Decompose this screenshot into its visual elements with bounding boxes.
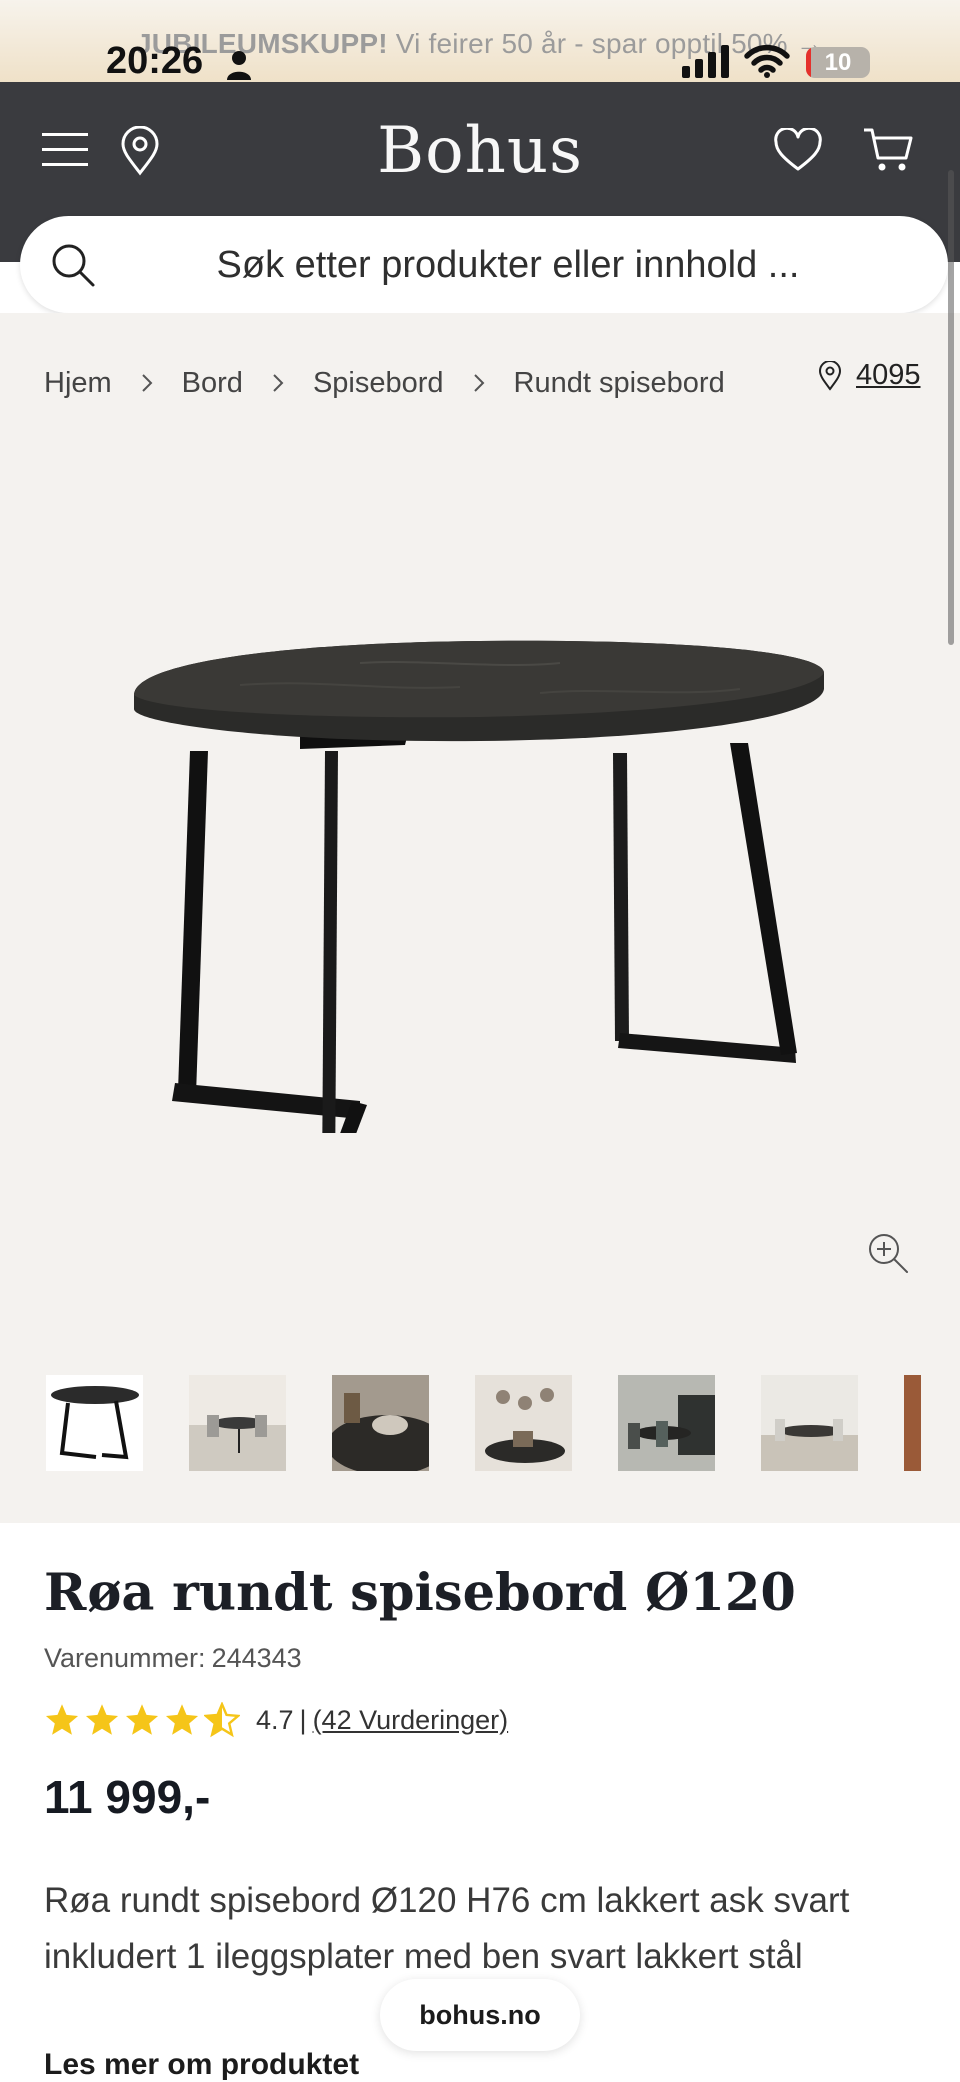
- wifi-icon: [744, 44, 790, 78]
- store-label[interactable]: 4095: [856, 359, 921, 392]
- cart-icon[interactable]: [862, 126, 914, 174]
- thumbnail-6[interactable]: [761, 1375, 858, 1471]
- breadcrumb: Hjem Bord Spisebord Rundt spisebord: [44, 363, 725, 403]
- thumbnail-livingroom-image: [761, 1375, 858, 1471]
- thumbnail-dining-image: [618, 1375, 715, 1471]
- reviews-link[interactable]: (42 Vurderinger): [313, 1705, 509, 1736]
- star-icon: [125, 1704, 159, 1735]
- rating-separator: |: [299, 1704, 307, 1735]
- chevron-right-icon: [141, 374, 153, 392]
- sku-value: 244343: [211, 1643, 302, 1673]
- thumbnail-closeup-image: [332, 1375, 429, 1471]
- star-icon: [85, 1704, 119, 1735]
- read-more-link[interactable]: Les mer om produktet: [44, 2048, 359, 2082]
- product-gallery: Hjem Bord Spisebord Rundt spisebord 4095: [0, 313, 960, 1523]
- chevron-right-icon: [273, 374, 284, 392]
- breadcrumb-item-hjem[interactable]: Hjem: [44, 367, 112, 400]
- product-description: Røa rundt spisebord Ø120 H76 cm lakkert …: [44, 1881, 850, 1976]
- chevron-right-icon: [473, 374, 484, 392]
- rating-value: 4.7: [256, 1704, 294, 1735]
- thumbnail-lamp-image: [475, 1375, 572, 1471]
- breadcrumb-item-bord[interactable]: Bord: [182, 367, 243, 400]
- star-icon: [165, 1704, 199, 1735]
- thumbnail-room-image: [189, 1375, 286, 1471]
- search-bar: [20, 216, 948, 315]
- breadcrumb-item-spisebord[interactable]: Spisebord: [313, 367, 444, 400]
- heart-icon[interactable]: [774, 128, 822, 172]
- thumbnail-4[interactable]: [475, 1375, 572, 1471]
- search-icon[interactable]: [46, 238, 100, 292]
- battery-label: 10: [824, 49, 852, 76]
- location-pin-icon: [818, 360, 842, 391]
- scrollbar[interactable]: [948, 170, 954, 645]
- product-image[interactable]: [120, 633, 840, 1133]
- cellular-signal-icon: [682, 45, 729, 78]
- star-icon: [45, 1704, 79, 1735]
- zoom-in-icon[interactable]: [866, 1231, 910, 1275]
- search-input[interactable]: [116, 216, 900, 315]
- sku: Varenummer: 244343: [44, 1643, 302, 1674]
- thumbnail-2[interactable]: [189, 1375, 286, 1471]
- thumbnail-table-image: [51, 1386, 139, 1460]
- thumbnail-7[interactable]: [904, 1375, 921, 1471]
- star-half-icon: [204, 1702, 240, 1738]
- sku-label: Varenummer:: [44, 1643, 206, 1673]
- status-time: 20:26: [106, 40, 204, 82]
- person-icon: [227, 51, 251, 80]
- thumbnail-3[interactable]: [332, 1375, 429, 1471]
- product-title: Røa rundt spisebord Ø120: [44, 1563, 796, 1623]
- rating: 4.7 | (42 Vurderinger): [44, 1700, 508, 1740]
- breadcrumb-item-rundt-spisebord[interactable]: Rundt spisebord: [514, 367, 725, 400]
- store-selector[interactable]: 4095: [818, 359, 921, 392]
- thumbnail-5[interactable]: [618, 1375, 715, 1471]
- product-price: 11 999,-: [44, 1771, 211, 1823]
- thumbnail-1[interactable]: [46, 1375, 143, 1471]
- battery-indicator: 10: [806, 47, 870, 78]
- browser-url-pill[interactable]: bohus.no: [380, 1979, 580, 2051]
- thumbnail-strip: [46, 1371, 921, 1475]
